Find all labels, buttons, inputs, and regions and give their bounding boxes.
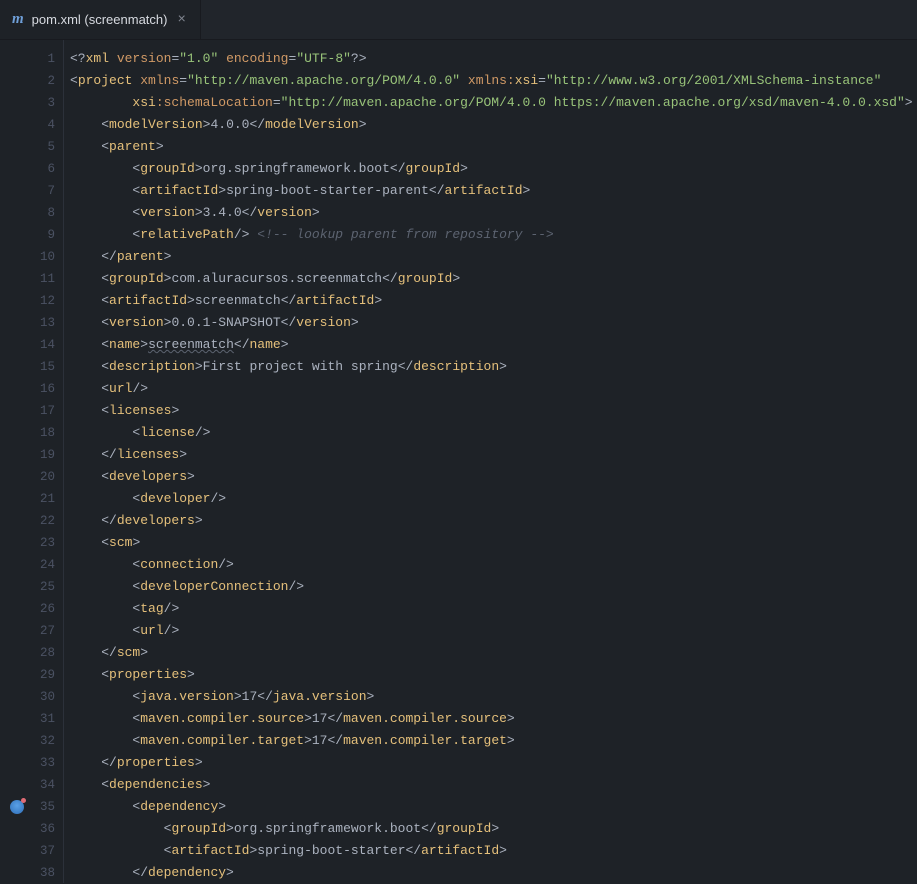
code-line: <maven.compiler.source>17</maven.compile… (70, 708, 917, 730)
code-line: </parent> (70, 246, 917, 268)
code-line: <parent> (70, 136, 917, 158)
code-line: <properties> (70, 664, 917, 686)
code-line: <maven.compiler.target>17</maven.compile… (70, 730, 917, 752)
code-line: <connection/> (70, 554, 917, 576)
code-line: </dependency> (70, 862, 917, 883)
code-line: <relativePath/> <!-- lookup parent from … (70, 224, 917, 246)
code-line: <scm> (70, 532, 917, 554)
code-line: <project xmlns="http://maven.apache.org/… (70, 70, 917, 92)
code-line: <modelVersion>4.0.0</modelVersion> (70, 114, 917, 136)
maven-file-icon: m (12, 11, 24, 28)
gutter-icons (0, 40, 34, 883)
code-line: <artifactId>spring-boot-starter</artifac… (70, 840, 917, 862)
tab-label: pom.xml (screenmatch) (32, 12, 168, 27)
code-line: </licenses> (70, 444, 917, 466)
code-line: <dependencies> (70, 774, 917, 796)
code-line: xsi:schemaLocation="http://maven.apache.… (70, 92, 917, 114)
code-line: <java.version>17</java.version> (70, 686, 917, 708)
code-line: <developer/> (70, 488, 917, 510)
code-line: <licenses> (70, 400, 917, 422)
code-line: <groupId>org.springframework.boot</group… (70, 818, 917, 840)
code-line: <version>3.4.0</version> (70, 202, 917, 224)
code-line: <license/> (70, 422, 917, 444)
code-line: <url/> (70, 378, 917, 400)
close-icon[interactable]: × (175, 12, 187, 28)
editor-area: 1234567891011121314151617181920212223242… (0, 40, 917, 883)
code-line: <description>First project with spring</… (70, 356, 917, 378)
code-line: </scm> (70, 642, 917, 664)
code-line: <dependency> (70, 796, 917, 818)
tab-bar: m pom.xml (screenmatch) × (0, 0, 917, 40)
code-line: <developers> (70, 466, 917, 488)
dependency-analyzer-icon[interactable] (10, 800, 24, 814)
tab-pom-xml[interactable]: m pom.xml (screenmatch) × (0, 0, 201, 39)
code-line: <?xml version="1.0" encoding="UTF-8"?> (70, 48, 917, 70)
code-line: <url/> (70, 620, 917, 642)
code-line: </developers> (70, 510, 917, 532)
code-line: <developerConnection/> (70, 576, 917, 598)
code-line: <groupId>com.aluracursos.screenmatch</gr… (70, 268, 917, 290)
code-line: <artifactId>spring-boot-starter-parent</… (70, 180, 917, 202)
code-line: <artifactId>screenmatch</artifactId> (70, 290, 917, 312)
code-line: <name>screenmatch</name> (70, 334, 917, 356)
code-line: </properties> (70, 752, 917, 774)
code-line: <tag/> (70, 598, 917, 620)
code-line: <groupId>org.springframework.boot</group… (70, 158, 917, 180)
line-numbers: 1234567891011121314151617181920212223242… (34, 40, 64, 883)
code-content[interactable]: <?xml version="1.0" encoding="UTF-8"?><p… (64, 40, 917, 883)
code-line: <version>0.0.1-SNAPSHOT</version> (70, 312, 917, 334)
